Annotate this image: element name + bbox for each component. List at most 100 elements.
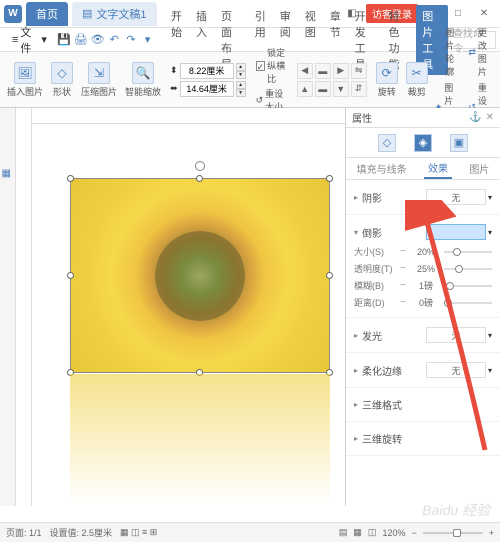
shadow-value[interactable]: 无 (426, 189, 486, 205)
page-indicator[interactable]: 页面: 1/1 (6, 526, 42, 539)
size-slider[interactable] (444, 251, 492, 253)
height-icon: ⬍ (170, 65, 178, 76)
height-input[interactable] (180, 63, 234, 79)
zoom-slider[interactable] (423, 532, 483, 534)
resize-handle-l[interactable] (67, 272, 74, 279)
shadow-section[interactable]: ▸ 阴影 无 ▾ (354, 186, 492, 208)
selected-image[interactable] (70, 178, 330, 373)
threed-format-label: 三维格式 (362, 397, 492, 412)
softedge-section[interactable]: ▸ 柔化边缘 无 ▾ (354, 359, 492, 381)
document-canvas[interactable] (32, 124, 345, 506)
subtab-pic[interactable]: 图片 (465, 159, 493, 178)
transparency-value[interactable]: 25% (412, 264, 440, 274)
threed-rotate-section[interactable]: ▸ 三维旋转 (354, 428, 492, 449)
distance-slider[interactable] (444, 302, 492, 304)
align-right-icon[interactable]: ▶ (333, 63, 349, 79)
file-menu[interactable]: ≡ 文件 ▾ (4, 22, 55, 58)
pin-icon[interactable]: ⚓ (469, 112, 481, 123)
blur-value[interactable]: 1磅 (412, 279, 440, 292)
minus-icon[interactable]: − (398, 263, 408, 274)
chevron-right-icon: ▸ (354, 366, 358, 375)
threed-rotate-label: 三维旋转 (362, 431, 492, 446)
size-value[interactable]: 20% (412, 247, 440, 257)
flip-h-icon[interactable]: ⇋ (351, 63, 367, 79)
lock-ratio-checkbox[interactable]: ✓ 锁定纵横比 (256, 46, 287, 85)
props-tab-fill[interactable]: ◇ (378, 134, 396, 152)
resize-handle-t[interactable] (196, 175, 203, 182)
reflection-section[interactable]: ▾ 倒影 ▾ (354, 221, 492, 243)
undo-icon[interactable]: ↶ (107, 32, 122, 48)
align-left-icon[interactable]: ◀ (297, 63, 313, 79)
print-icon[interactable]: 🖨 (74, 32, 89, 48)
height-stepper[interactable]: ▲▼ (236, 63, 246, 79)
softedge-value[interactable]: 无 (426, 362, 486, 378)
smartzoom-icon[interactable]: 🔍 (132, 62, 154, 84)
crop-label: 裁剪 (408, 85, 426, 98)
align-mid-icon[interactable]: ▬ (315, 81, 331, 97)
status-icons[interactable]: ▦ ◫ ≡ ⊞ (120, 527, 157, 538)
vertical-ruler (16, 108, 32, 506)
minus-icon[interactable]: − (398, 297, 408, 308)
chevron-down-icon[interactable]: ▾ (140, 32, 155, 48)
zoom-in-icon[interactable]: + (489, 528, 494, 538)
align-bot-icon[interactable]: ▼ (333, 81, 349, 97)
resize-handle-tr[interactable] (326, 175, 333, 182)
rotate-icon[interactable]: ⟳ (376, 62, 398, 84)
zoom-value[interactable]: 120% (382, 528, 405, 538)
flip-v-icon[interactable]: ⇵ (351, 81, 367, 97)
blur-slider[interactable] (444, 285, 492, 287)
close-button[interactable]: ✕ (472, 4, 496, 24)
distance-value[interactable]: 0磅 (412, 296, 440, 309)
insert-pic-icon[interactable]: 🖼 (14, 62, 36, 84)
redo-icon[interactable]: ↷ (124, 32, 139, 48)
change-pic-button[interactable]: ⇄更改图片 (466, 25, 496, 79)
minus-icon[interactable]: − (398, 280, 408, 291)
nav-icon[interactable]: ▦ (2, 168, 14, 180)
transparency-slider[interactable] (444, 268, 492, 270)
preview-icon[interactable]: 👁 (90, 32, 105, 48)
props-tab-pic[interactable]: ▣ (450, 134, 468, 152)
view-icon-3[interactable]: ◫ (368, 527, 377, 538)
props-tab-effect[interactable]: ◈ (414, 134, 432, 152)
softedge-label: 柔化边缘 (362, 363, 426, 378)
glow-section[interactable]: ▸ 发光 无 ▾ (354, 324, 492, 346)
resize-handle-r[interactable] (326, 272, 333, 279)
smartzoom-label: 智能缩放 (125, 85, 161, 98)
pic-contour-button[interactable]: ▭图片轮廓 (433, 25, 463, 79)
glow-value[interactable]: 无 (426, 327, 486, 343)
shape-icon[interactable]: ◇ (51, 62, 73, 84)
compress-icon[interactable]: ⇲ (88, 62, 110, 84)
rotate-handle[interactable] (195, 161, 205, 171)
chevron-down-icon[interactable]: ▾ (488, 331, 492, 340)
chevron-down-icon[interactable]: ▾ (488, 228, 492, 237)
maximize-button[interactable]: □ (446, 4, 470, 24)
rotate-label: 旋转 (378, 85, 396, 98)
subtab-effect[interactable]: 效果 (424, 158, 452, 179)
subtab-fill[interactable]: 填充与线条 (353, 159, 411, 178)
glow-label: 发光 (362, 328, 426, 343)
reflection-preset[interactable] (426, 224, 486, 240)
chevron-down-icon[interactable]: ▾ (488, 366, 492, 375)
chevron-down-icon[interactable]: ▾ (488, 193, 492, 202)
close-icon[interactable]: ✕ (486, 112, 494, 123)
threed-format-section[interactable]: ▸ 三维格式 (354, 394, 492, 415)
status-bar: 页面: 1/1 设置值: 2.5厘米 ▦ ◫ ≡ ⊞ ▤ ▦ ◫ 120% − … (0, 522, 500, 542)
section-value: 设置值: 2.5厘米 (50, 526, 113, 539)
menu-icon: ≡ (12, 34, 18, 46)
crop-icon[interactable]: ✂ (406, 62, 428, 84)
align-center-icon[interactable]: ▬ (315, 63, 331, 79)
align-top-icon[interactable]: ▲ (297, 81, 313, 97)
shape-label: 形状 (53, 85, 71, 98)
resize-handle-tl[interactable] (67, 175, 74, 182)
save-icon[interactable]: 💾 (57, 32, 72, 48)
width-icon: ⬌ (170, 83, 178, 94)
view-icon-1[interactable]: ▤ (339, 527, 348, 538)
transparency-label: 透明度(T) (354, 262, 394, 275)
compress-label: 压缩图片 (81, 85, 117, 98)
minus-icon[interactable]: − (398, 246, 408, 257)
view-icon-2[interactable]: ▦ (353, 527, 362, 538)
width-stepper[interactable]: ▲▼ (236, 81, 246, 97)
width-input[interactable] (180, 81, 234, 97)
zoom-out-icon[interactable]: − (411, 528, 416, 538)
watermark: Baidu 经验 (422, 500, 490, 520)
